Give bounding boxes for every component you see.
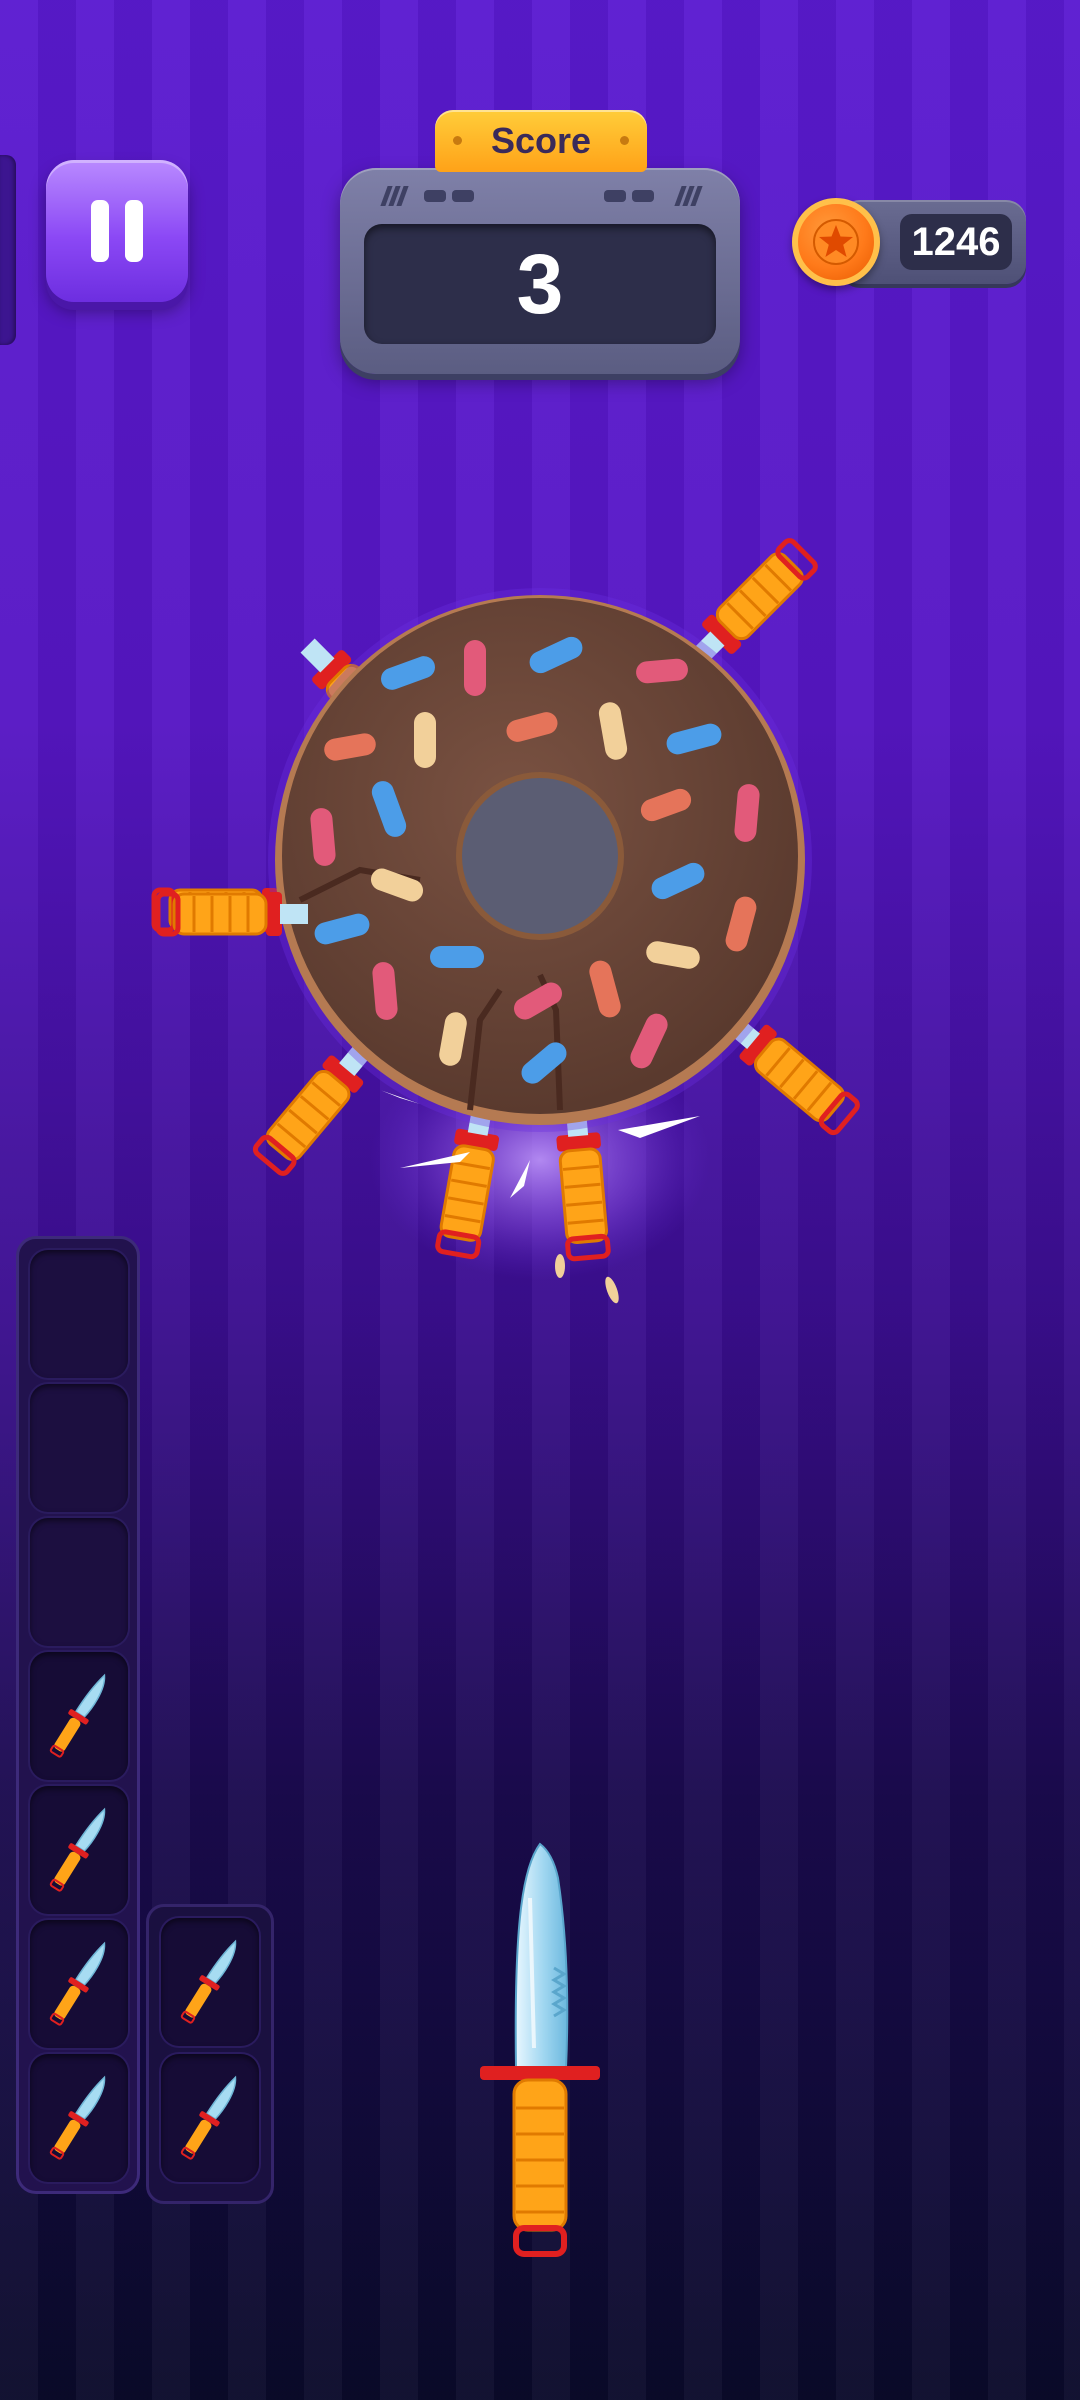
knife-icon [180, 1939, 237, 2024]
knife-slot-filled [30, 1652, 128, 1780]
knife-slot-filled [161, 1918, 259, 2046]
knife-slot-filled [30, 1920, 128, 2048]
score-label: Score [490, 120, 592, 161]
knife-slot-empty [30, 1250, 128, 1378]
knife-slot-filled [30, 1786, 128, 1914]
donut-hole [462, 778, 618, 934]
knife-slot-filled [161, 2054, 259, 2182]
score-label-tab: Score [435, 110, 647, 172]
knife-icon [49, 2075, 106, 2160]
throw-knife[interactable] [470, 1838, 610, 2268]
knife-slot-empty [30, 1518, 128, 1646]
knife-icon [49, 1673, 106, 1758]
star-coin-icon [792, 198, 880, 286]
knife-slot-empty [30, 1384, 128, 1512]
knife-slot-filled [30, 2054, 128, 2182]
tab-dot [453, 136, 462, 145]
knife-icon [49, 1941, 106, 2026]
knife-icon [49, 1807, 106, 1892]
knife-icon [180, 2075, 237, 2160]
tab-dot [620, 136, 629, 145]
target-area [0, 0, 1080, 1304]
